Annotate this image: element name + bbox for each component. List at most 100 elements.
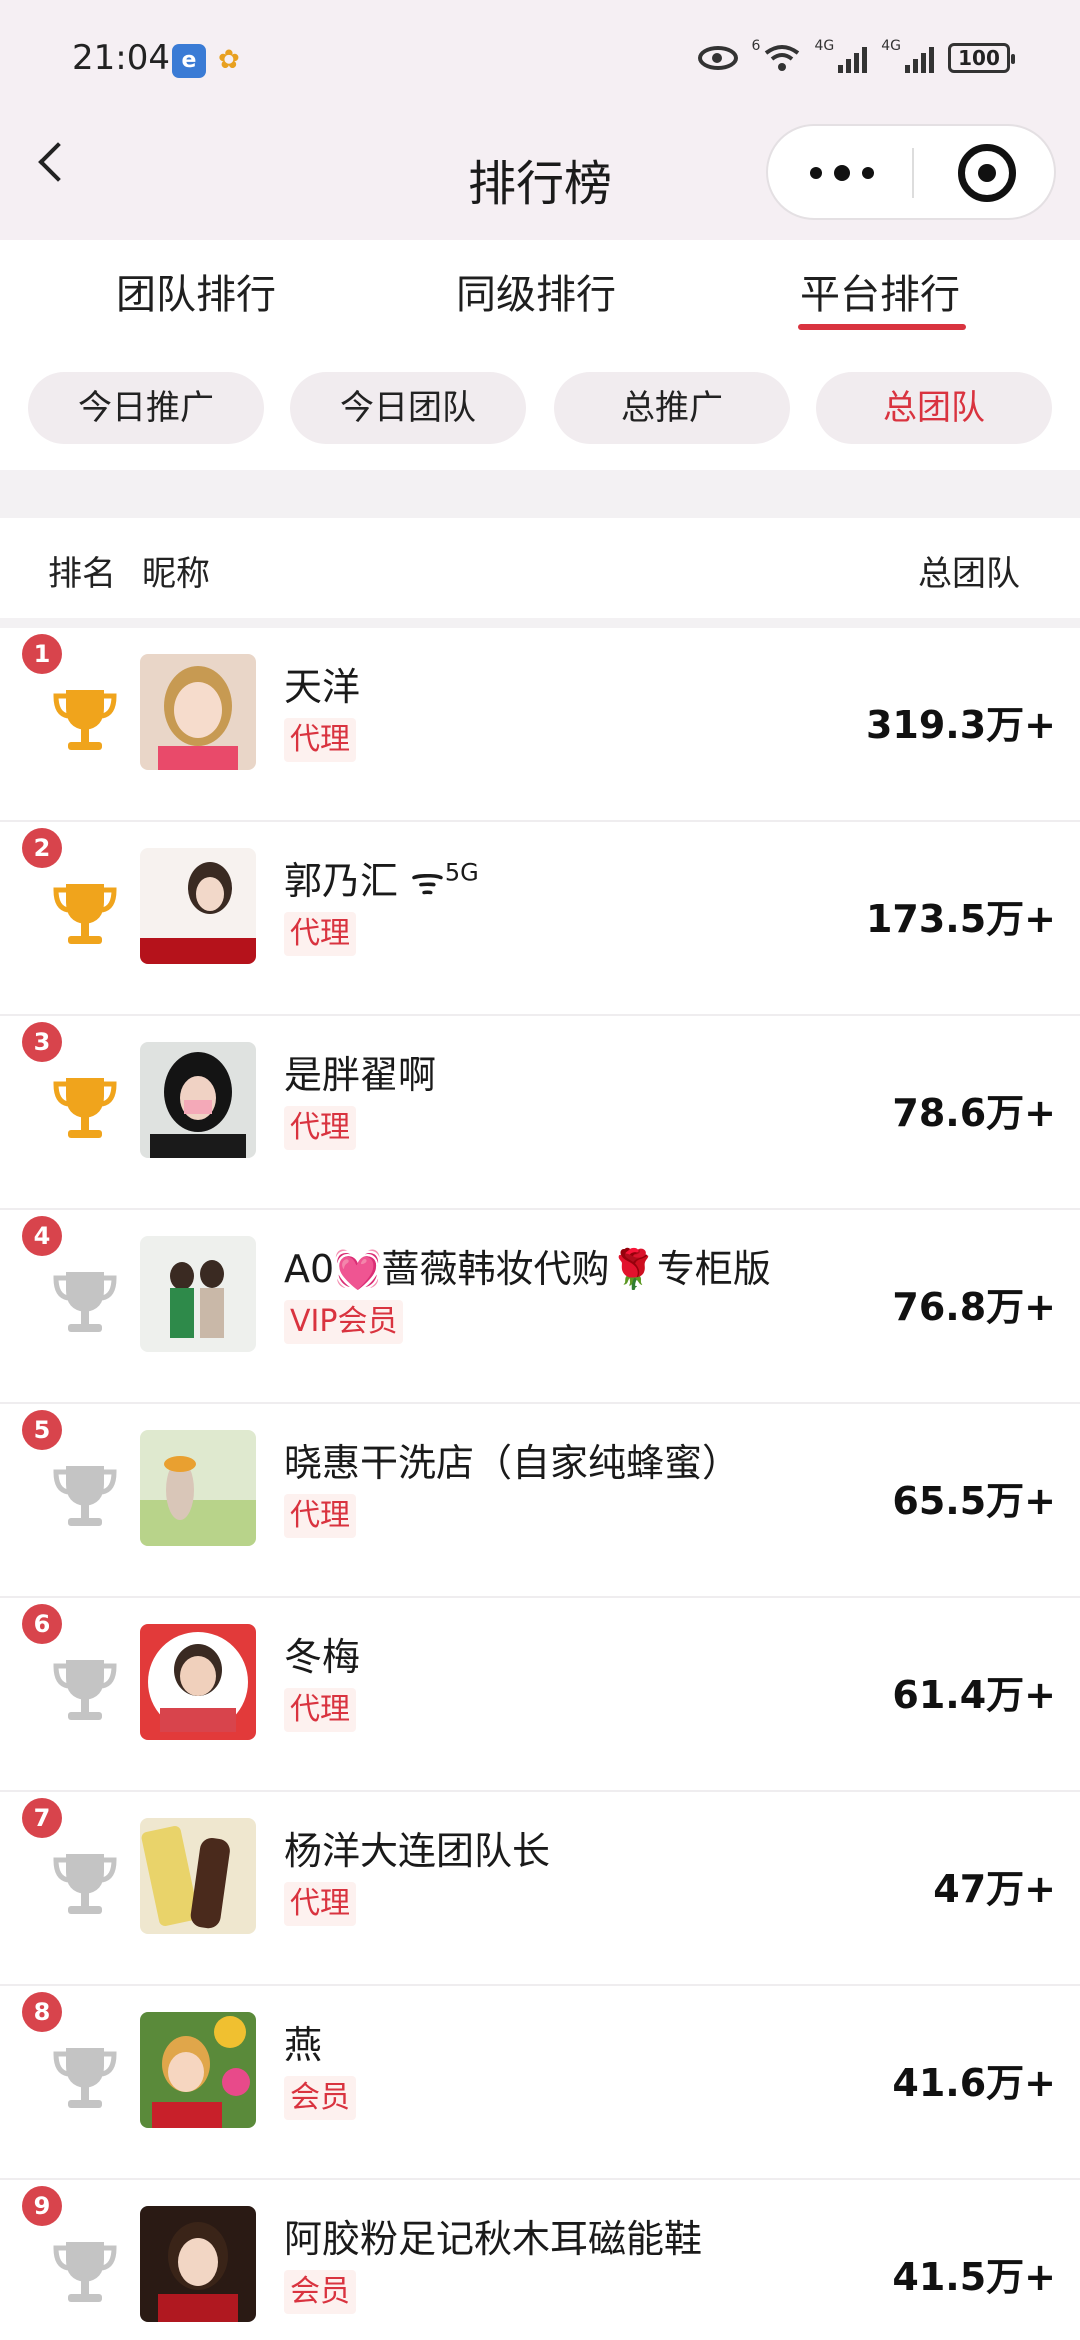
rank-badge: 6 [22,1604,62,1644]
list-item[interactable]: 2 郭乃汇 ᯤ5G 代理 173.5万+ [0,822,1080,1016]
team-total: 173.5万+ [865,897,1056,941]
role-badge: 会员 [284,2076,356,2120]
bird-app-icon: ✿ [218,45,240,75]
team-total: 76.8万+ [892,1285,1056,1329]
list-item[interactable]: 6 冬梅 代理 61.4万+ [0,1598,1080,1792]
avatar [140,1624,256,1740]
rose-icon: 🌹 [609,1247,657,1291]
list-item[interactable]: 1 天洋 代理 319.3万+ [0,628,1080,822]
role-badge: 代理 [284,912,356,956]
header-rank: 排名 [48,554,116,594]
section-gap [0,470,1080,518]
member-name: 燕 [284,2023,323,2067]
chip-today-promo[interactable]: 今日推广 [28,372,264,444]
mini-program-capsule [766,124,1056,220]
role-badge: 代理 [284,1688,356,1732]
status-indicators: 6 4G 4G 100 [697,38,1015,78]
member-name: A0💓蔷薇韩妆代购🌹专柜版 [284,1247,771,1291]
team-total: 41.6万+ [892,2061,1056,2105]
tab-team[interactable]: 团队排行 [116,262,276,320]
more-dots-icon[interactable] [810,156,874,190]
team-total: 41.5万+ [892,2255,1056,2299]
gold-trophy-icon [53,690,117,750]
avatar [140,2012,256,2128]
member-name: 是胖翟啊 [284,1053,437,1097]
network2-tag: 4G [881,38,901,54]
tab-same-level[interactable]: 同级排行 [456,262,616,320]
role-badge: 代理 [284,718,356,762]
header-nickname: 昵称 [142,554,210,594]
network1-tag: 4G [814,38,835,54]
wifi-tag: 6 [751,38,761,54]
list-item[interactable]: 4 A0💓蔷薇韩妆代购🌹专柜版 VIP会员 76.8万+ [0,1210,1080,1404]
ranking-tabs: 团队排行 同级排行 平台排行 [0,240,1080,350]
list-item[interactable]: 5 晓惠干洗店（自家纯蜂蜜） 代理 65.5万+ [0,1404,1080,1598]
chip-total-team[interactable]: 总团队 [816,372,1052,444]
team-total: 319.3万+ [865,703,1056,747]
signal2-icon [905,43,934,73]
signal1-icon [838,43,868,73]
member-name: 阿胶粉足记秋木耳磁能鞋 [284,2217,703,2261]
active-tab-indicator [798,324,966,330]
avatar [140,654,256,770]
avatar [140,1818,256,1934]
team-total: 47万+ [933,1867,1056,1911]
wifi-icon: ᯤ [410,859,445,903]
silver-trophy-icon [53,1272,117,1332]
rank-badge: 5 [22,1410,62,1450]
rank-badge: 4 [22,1216,62,1256]
gold-trophy-icon [53,1078,117,1138]
role-badge: VIP会员 [284,1300,404,1344]
browser-app-icon: e [172,44,206,78]
avatar [140,1430,256,1546]
rank-badge: 8 [22,1992,62,2032]
avatar [140,1236,256,1352]
team-total: 65.5万+ [892,1479,1056,1523]
heart-icon: 💓 [334,1247,382,1291]
gold-trophy-icon [53,884,117,944]
silver-trophy-icon [53,1466,117,1526]
list-item[interactable]: 9 阿胶粉足记秋木耳磁能鞋 会员 41.5万+ [0,2180,1080,2340]
ranking-list: 1 天洋 代理 319.3万+ 2 郭乃汇 ᯤ5G 代理 173.5万+ 3 是… [0,628,1080,2340]
member-name: 天洋 [284,665,361,709]
chip-today-team[interactable]: 今日团队 [290,372,526,444]
list-header: 排名 昵称 总团队 [0,518,1080,618]
role-badge: 代理 [284,1106,356,1150]
rank-badge: 7 [22,1798,62,1838]
member-name: 郭乃汇 ᯤ5G [284,858,479,903]
role-badge: 代理 [284,1494,356,1538]
role-badge: 代理 [284,1882,356,1926]
avatar [140,1042,256,1158]
rank-badge: 9 [22,2186,62,2226]
list-item[interactable]: 3 是胖翟啊 代理 78.6万+ [0,1016,1080,1210]
tab-platform[interactable]: 平台排行 [800,262,960,320]
silver-trophy-icon [53,1854,117,1914]
member-name: 晓惠干洗店（自家纯蜂蜜） [284,1441,741,1485]
list-item[interactable]: 8 燕 会员 41.6万+ [0,1986,1080,2180]
silver-trophy-icon [53,1660,117,1720]
status-bar: 21:04 e ✿ 6 4G 4G 100 [0,0,1080,120]
team-total: 61.4万+ [892,1673,1056,1717]
silver-trophy-icon [53,2048,117,2108]
silver-trophy-icon [53,2242,117,2302]
section-gap [0,618,1080,628]
member-name: 杨洋大连团队长 [284,1829,551,1873]
rank-badge: 2 [22,828,62,868]
eye-icon [697,46,738,70]
target-close-icon[interactable] [958,144,1016,202]
header-total: 总团队 [918,554,1020,594]
filter-chips: 今日推广 今日团队 总推广 总团队 [0,350,1080,470]
capsule-divider [912,148,914,198]
member-name: 冬梅 [284,1635,361,1679]
chip-total-promo[interactable]: 总推广 [554,372,790,444]
status-time: 21:04 [72,38,170,78]
rank-badge: 3 [22,1022,62,1062]
team-total: 78.6万+ [892,1091,1056,1135]
battery-icon: 100 [948,43,1015,73]
wifi-icon [765,45,800,71]
rank-badge: 1 [22,634,62,674]
role-badge: 会员 [284,2270,356,2314]
avatar [140,848,256,964]
avatar [140,2206,256,2322]
list-item[interactable]: 7 杨洋大连团队长 代理 47万+ [0,1792,1080,1986]
